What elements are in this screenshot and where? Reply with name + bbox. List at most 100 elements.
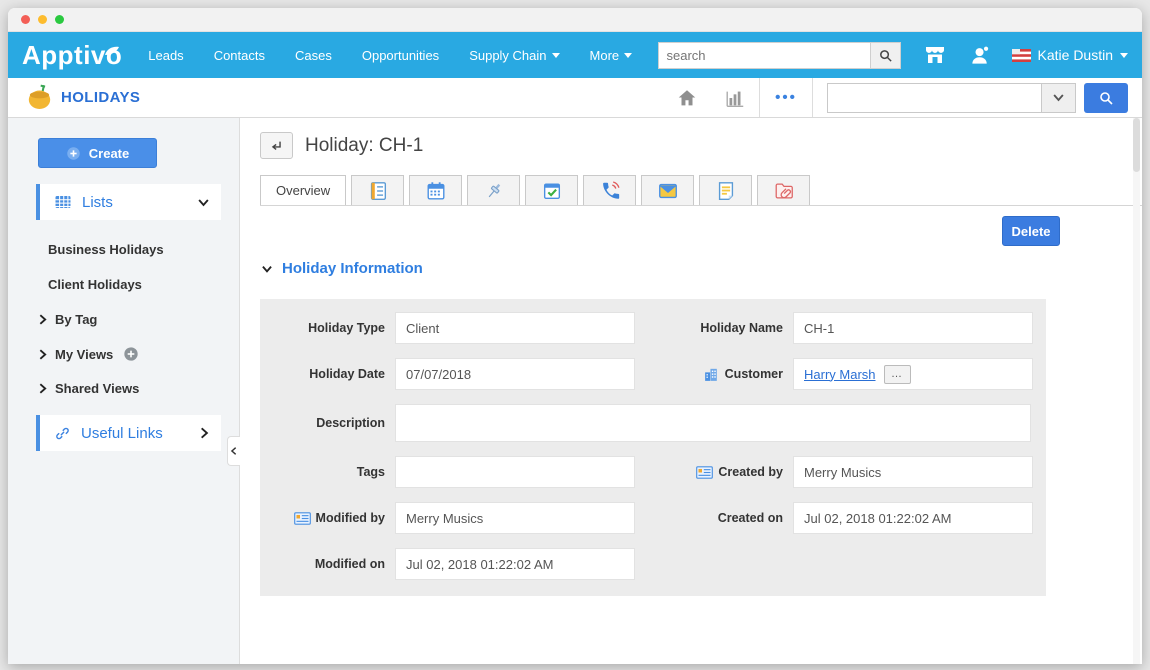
tab-notes[interactable]	[699, 175, 752, 205]
sidebar: Create Lists Business Holi	[8, 118, 240, 664]
created-by-value[interactable]: Merry Musics	[793, 456, 1033, 488]
calendar-icon	[425, 180, 447, 202]
sidebar-item-useful-links[interactable]: Useful Links	[36, 415, 221, 451]
customer-more-button[interactable]: …	[884, 365, 911, 384]
contact-card-icon	[294, 512, 311, 525]
notifications-button[interactable]	[969, 44, 992, 67]
add-view-icon[interactable]	[123, 346, 139, 362]
phone-icon	[599, 180, 621, 202]
vertical-scrollbar[interactable]	[1133, 118, 1140, 664]
modified-on-label: Modified on	[275, 557, 395, 571]
user-menu[interactable]: Katie Dustin	[1012, 47, 1128, 63]
sidebar-lists-label: Lists	[82, 194, 113, 211]
field-row: Holiday Type Client Holiday Name CH-1	[275, 312, 1031, 344]
nav-item-label: Supply Chain	[469, 48, 546, 63]
collapse-sidebar-icon	[229, 445, 239, 457]
more-apps-button[interactable]: •••	[759, 78, 813, 117]
top-navigation-bar: Apptivo Leads Contacts Cases Opportuniti…	[8, 32, 1142, 78]
holiday-type-value[interactable]: Client	[395, 312, 635, 344]
holiday-information-panel: Holiday Type Client Holiday Name CH-1 Ho…	[260, 299, 1046, 596]
home-button[interactable]	[663, 78, 711, 117]
holiday-date-value[interactable]: 07/07/2018	[395, 358, 635, 390]
back-button[interactable]	[260, 132, 293, 159]
back-arrow-icon	[268, 137, 285, 154]
app-search-filter-button[interactable]	[1041, 83, 1076, 113]
description-value[interactable]	[395, 404, 1031, 442]
delete-button[interactable]: Delete	[1002, 216, 1060, 246]
tab-calendar[interactable]	[409, 175, 462, 205]
tags-value[interactable]	[395, 456, 635, 488]
envelope-icon	[657, 180, 679, 202]
created-on-label: Created on	[635, 511, 793, 525]
table-icon	[54, 193, 72, 211]
create-button[interactable]: Create	[38, 138, 157, 168]
tab-follow-ups[interactable]	[467, 175, 520, 205]
collapse-sidebar-handle[interactable]	[227, 436, 240, 466]
field-row: Holiday Date 07/07/2018	[275, 358, 1031, 390]
customer-link[interactable]: Harry Marsh	[804, 367, 876, 382]
nav-item-leads[interactable]: Leads	[148, 48, 183, 63]
close-window-button[interactable]	[21, 15, 30, 24]
tab-tasks[interactable]	[525, 175, 578, 205]
tab-emails[interactable]	[641, 175, 694, 205]
holiday-name-value[interactable]: CH-1	[793, 312, 1033, 344]
sidebar-item-my-views[interactable]: My Views	[36, 346, 217, 362]
global-search-button[interactable]	[870, 42, 901, 69]
tab-news-feed[interactable]	[351, 175, 404, 205]
created-on-value: Jul 02, 2018 01:22:02 AM	[793, 502, 1033, 534]
field-row: Modified by Merry Musics Created on Jul …	[275, 502, 1031, 534]
sidebar-item-client-holidays[interactable]: Client Holidays	[48, 277, 217, 292]
nav-item-supply-chain[interactable]: Supply Chain	[469, 48, 559, 63]
zoom-window-button[interactable]	[55, 15, 64, 24]
news-feed-icon	[367, 180, 389, 202]
app-search	[827, 83, 1128, 113]
useful-links-label: Useful Links	[81, 425, 163, 442]
section-title: Holiday Information	[282, 260, 423, 277]
dropdown-caret-icon	[552, 53, 560, 58]
sidebar-item-business-holidays[interactable]: Business Holidays	[48, 242, 217, 257]
app-search-input[interactable]	[827, 83, 1041, 113]
apptivo-logo[interactable]: Apptivo	[22, 42, 122, 68]
tab-overview[interactable]: Overview	[260, 175, 346, 205]
modified-by-value[interactable]: Merry Musics	[395, 502, 635, 534]
app-title: HOLIDAYS	[61, 89, 140, 106]
notifications-person-icon	[969, 44, 992, 67]
plus-circle-icon	[66, 146, 81, 161]
tab-documents[interactable]	[757, 175, 810, 205]
folder-attachment-icon	[773, 180, 795, 202]
chevron-right-icon	[36, 313, 49, 326]
flag-icon	[1012, 49, 1031, 62]
section-holiday-information[interactable]: Holiday Information	[260, 260, 1046, 277]
nav-item-label: More	[590, 48, 620, 63]
created-by-label: Created by	[635, 465, 793, 479]
app-search-button[interactable]	[1084, 83, 1128, 113]
field-row: Description	[275, 404, 1031, 442]
nav-item-cases[interactable]: Cases	[295, 48, 332, 63]
modified-by-label-text: Modified by	[316, 511, 385, 525]
chevron-right-icon	[197, 426, 211, 440]
minimize-window-button[interactable]	[38, 15, 47, 24]
app-store-button[interactable]	[923, 43, 947, 67]
holiday-name-label: Holiday Name	[635, 321, 793, 335]
modified-by-label: Modified by	[275, 511, 395, 525]
chevron-down-icon	[1051, 90, 1066, 105]
app-header: HOLIDAYS •••	[8, 78, 1142, 118]
tab-call-logs[interactable]	[583, 175, 636, 205]
contact-card-icon	[696, 466, 713, 479]
bar-chart-icon	[724, 87, 746, 109]
sidebar-item-lists[interactable]: Lists	[36, 184, 221, 220]
nav-menu: Leads Contacts Cases Opportunities Suppl…	[148, 48, 632, 63]
global-search-input[interactable]	[658, 42, 870, 69]
home-icon	[676, 87, 698, 109]
user-name: Katie Dustin	[1038, 47, 1113, 63]
scrollbar-thumb[interactable]	[1133, 118, 1140, 172]
tasks-icon	[541, 180, 563, 202]
nav-item-more[interactable]: More	[590, 48, 633, 63]
nav-item-contacts[interactable]: Contacts	[214, 48, 265, 63]
sidebar-item-by-tag[interactable]: By Tag	[36, 312, 217, 327]
browser-window: Apptivo Leads Contacts Cases Opportuniti…	[8, 8, 1142, 664]
sidebar-item-shared-views[interactable]: Shared Views	[36, 381, 217, 396]
main-content: Holiday: CH-1 Overview	[240, 118, 1142, 664]
nav-item-opportunities[interactable]: Opportunities	[362, 48, 439, 63]
reports-button[interactable]	[711, 78, 759, 117]
